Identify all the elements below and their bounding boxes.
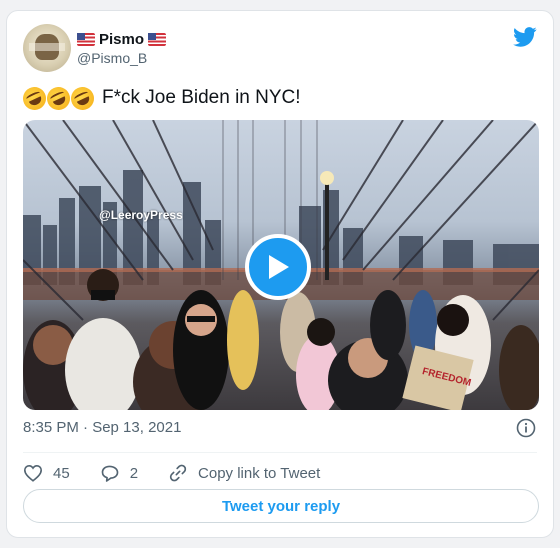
divider (23, 452, 537, 453)
avatar[interactable] (23, 24, 71, 72)
copy-link-button[interactable]: Copy link to Tweet (168, 463, 320, 483)
video-player[interactable]: FREEDOM @LeeroyPress (23, 120, 539, 410)
us-flag-icon (77, 32, 95, 46)
reply-count: 2 (129, 464, 139, 482)
play-icon (269, 255, 289, 279)
copy-link-label: Copy link to Tweet (198, 464, 321, 482)
heart-icon (23, 464, 43, 482)
author-display-name[interactable]: Pismo (99, 31, 144, 48)
author-name-row[interactable]: Pismo (77, 28, 167, 50)
reply-count-button[interactable]: 2 (100, 464, 138, 483)
tweet-body-text: F*ck Joe Biden in NYC! (102, 87, 301, 108)
rolling-on-the-floor-laughing-emoji-icon (67, 82, 98, 114)
tweet-text: F*ck Joe Biden in NYC! (19, 82, 301, 114)
twitter-bird-icon[interactable] (513, 27, 537, 47)
play-button[interactable] (245, 234, 311, 300)
tweet-card: Pismo @Pismo_B F*ck Joe Biden in NYC! FR… (6, 10, 554, 538)
us-flag-icon (148, 32, 167, 46)
like-button[interactable]: 45 (23, 464, 70, 482)
tweet-your-reply-button[interactable]: Tweet your reply (23, 489, 539, 523)
like-count: 45 (53, 464, 70, 482)
video-watermark: @LeeroyPress (99, 208, 183, 222)
info-icon[interactable] (516, 418, 536, 438)
rolling-on-the-floor-laughing-emoji-icon (19, 82, 50, 114)
tweet-actions: 45 2 Copy link to Tweet (23, 458, 320, 488)
tweet-timestamp[interactable]: 8:35 PM · Sep 13, 2021 (23, 419, 181, 436)
author-handle[interactable]: @Pismo_B (77, 50, 147, 66)
rolling-on-the-floor-laughing-emoji-icon (43, 82, 74, 114)
emoji-group (19, 82, 98, 114)
reply-icon (101, 465, 119, 482)
link-icon (169, 464, 187, 482)
